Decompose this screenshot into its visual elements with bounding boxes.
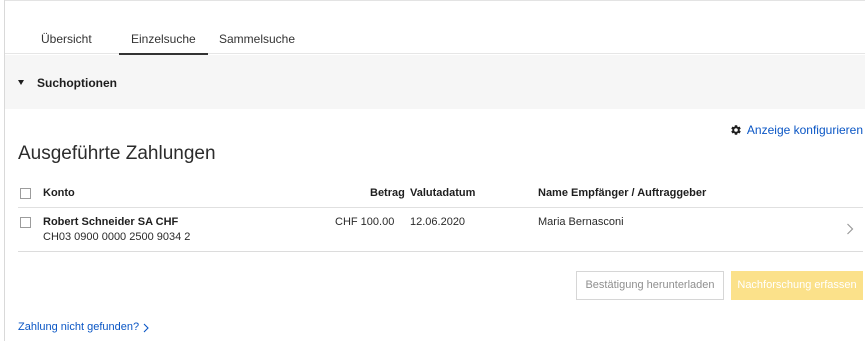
chevron-right-icon xyxy=(143,323,149,332)
search-options-label: Suchoptionen xyxy=(37,76,117,90)
column-header-amount: Betrag xyxy=(370,187,405,199)
caret-down-icon xyxy=(18,80,24,85)
section-title: Ausgeführte Zahlungen xyxy=(18,143,216,164)
payment-amount: CHF 100.00 xyxy=(335,216,395,228)
tab-uebersicht[interactable]: Übersicht xyxy=(41,1,92,54)
payment-not-found-label: Zahlung nicht gefunden? xyxy=(18,321,140,333)
column-header-account: Konto xyxy=(43,187,75,199)
search-options-toggle[interactable]: Suchoptionen xyxy=(5,55,865,109)
download-confirmation-button[interactable]: Bestätigung herunterladen xyxy=(576,271,724,300)
account-iban: CH03 0900 0000 2500 9034 2 xyxy=(43,231,191,243)
payment-value-date: 12.06.2020 xyxy=(410,216,466,228)
payment-not-found-link[interactable]: Zahlung nicht gefunden? xyxy=(18,321,149,334)
tab-bar: Übersicht Einzelsuche Sammelsuche xyxy=(5,1,865,55)
configure-display-link[interactable]: Anzeige konfigurieren xyxy=(730,123,863,137)
payment-party: Maria Bernasconi xyxy=(538,216,624,228)
account-name: Robert Schneider SA CHF xyxy=(43,216,179,228)
chevron-right-icon xyxy=(847,223,854,235)
gear-icon xyxy=(731,125,741,135)
select-all-checkbox[interactable] xyxy=(20,188,31,199)
column-header-value-date: Valutadatum xyxy=(410,187,476,199)
configure-display-label: Anzeige konfigurieren xyxy=(746,123,863,137)
table-row[interactable]: Robert Schneider SA CHF CH03 0900 0000 2… xyxy=(18,208,863,252)
tab-sammelsuche[interactable]: Sammelsuche xyxy=(219,1,295,54)
row-checkbox[interactable] xyxy=(20,217,31,228)
tab-einzelsuche[interactable]: Einzelsuche xyxy=(119,1,208,55)
create-inquiry-button[interactable]: Nachforschung erfassen xyxy=(731,271,863,300)
column-header-party: Name Empfänger / Auftraggeber xyxy=(538,187,707,199)
